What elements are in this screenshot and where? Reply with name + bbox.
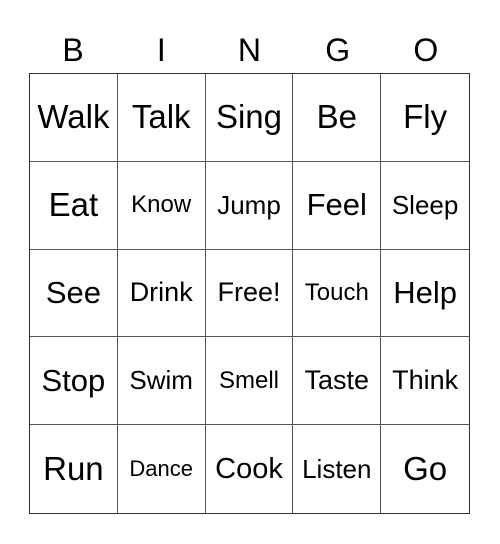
bingo-cell: Stop — [30, 337, 118, 426]
bingo-cell: Think — [381, 337, 469, 426]
bingo-cell: Sleep — [381, 162, 469, 250]
bingo-cell: Listen — [293, 425, 382, 513]
bingo-cell: Help — [381, 250, 469, 338]
bingo-cell: Jump — [205, 161, 294, 250]
bingo-cell: Go — [403, 450, 448, 488]
bingo-cell: Sing — [205, 74, 294, 162]
bingo-cell: Drink — [117, 249, 206, 338]
bingo-cell: Be — [293, 74, 382, 162]
header-letter-b: B — [62, 32, 84, 68]
header-letter-n: N — [237, 32, 262, 68]
bingo-header: B I N G O — [29, 28, 470, 72]
bingo-grid: Walk Talk Sing Be Fly Eat Know Jump Feel… — [29, 73, 470, 514]
bingo-cell: Swim — [117, 337, 206, 426]
bingo-cell free-space: Free! — [205, 249, 294, 338]
bingo-cell: Cook — [206, 425, 294, 513]
bingo-cell: Fly — [381, 74, 469, 162]
bingo-cell: Touch — [293, 249, 382, 338]
bingo-cell: Run — [30, 425, 118, 513]
header-letter-i: I — [156, 32, 166, 68]
header-letter-o: O — [413, 32, 439, 68]
bingo-cell: Talk — [117, 74, 206, 162]
header-letter-g: G — [325, 32, 351, 68]
bingo-cell: Feel — [293, 161, 382, 250]
bingo-cell: Smell — [205, 337, 294, 426]
bingo-cell: See — [30, 249, 118, 338]
bingo-cell: Walk — [30, 74, 118, 162]
bingo-cell: Dance — [118, 425, 206, 513]
bingo-cell: Know — [117, 161, 206, 250]
bingo-cell: Eat — [30, 161, 118, 250]
bingo-cell: Taste — [293, 337, 382, 426]
